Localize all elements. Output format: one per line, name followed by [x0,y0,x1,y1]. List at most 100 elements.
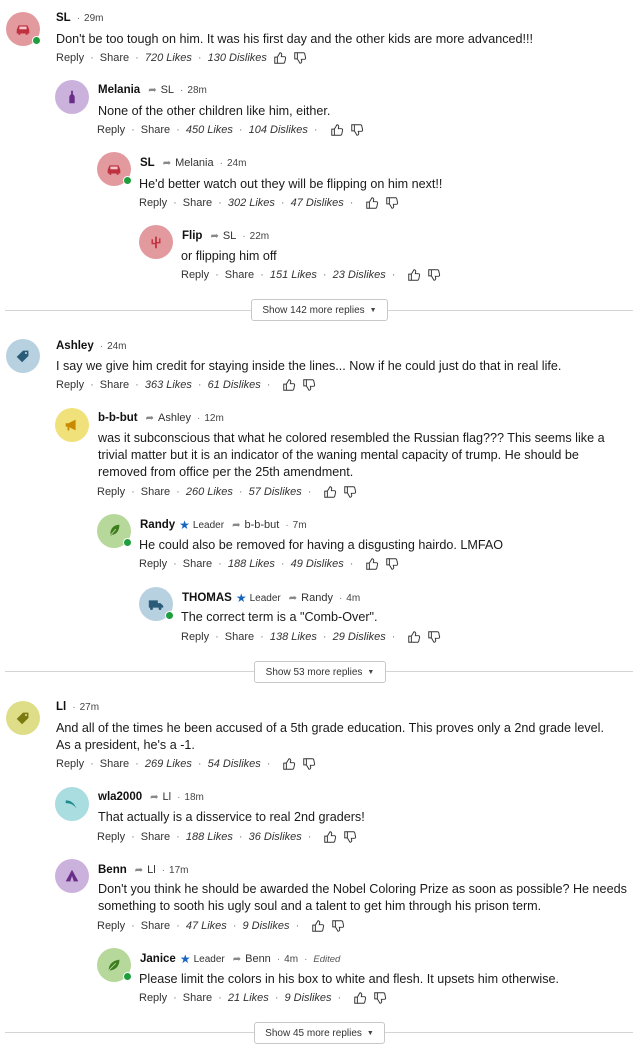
username[interactable]: Randy [140,519,175,531]
reply-to-user[interactable]: Ll [147,864,156,876]
avatar[interactable] [6,701,40,735]
thumbs-up-icon[interactable] [407,268,421,282]
thumbs-down-icon[interactable] [427,268,441,282]
share-button[interactable]: Share [141,486,170,498]
username[interactable]: THOMAS [182,592,232,604]
avatar[interactable] [6,12,41,46]
reply-arrow-icon: ➦ [150,791,159,803]
username[interactable]: SL [140,157,155,169]
share-button[interactable]: Share [225,631,254,643]
thumbs-up-icon[interactable] [353,991,367,1005]
reply-to-user[interactable]: b-b-but [244,519,279,531]
thumbs-up-icon[interactable] [282,757,296,771]
reply-button[interactable]: Reply [139,197,167,209]
show-more-replies-button[interactable]: Show 53 more replies ▼ [254,661,386,683]
avatar[interactable] [55,787,89,821]
thumbs-up-icon[interactable] [330,123,344,137]
avatar[interactable] [6,339,40,373]
reply-button[interactable]: Reply [181,631,209,643]
show-more-replies-button[interactable]: Show 45 more replies ▼ [254,1022,385,1044]
timestamp: 29m [84,12,104,24]
username[interactable]: SL [56,12,71,24]
timestamp: 4m [284,953,299,965]
thumbs-down-icon[interactable] [343,485,357,499]
avatar[interactable] [139,587,174,621]
avatar[interactable] [139,225,173,259]
thumbs-up-icon[interactable] [323,485,337,499]
username[interactable]: wla2000 [98,791,142,803]
reply-to-user[interactable]: SL [223,230,236,242]
reply-button[interactable]: Reply [56,52,84,64]
show-more-label: Show 45 more replies [265,1027,362,1039]
username[interactable]: Flip [182,230,202,242]
avatar[interactable] [55,859,89,893]
likes-count: 302 Likes [227,197,275,209]
share-button[interactable]: Share [183,992,212,1004]
reply-button[interactable]: Reply [97,486,125,498]
reply-to-user[interactable]: Randy [301,592,333,604]
username[interactable]: Ashley [56,340,94,352]
share-button[interactable]: Share [183,558,212,570]
thumbs-down-icon[interactable] [343,830,357,844]
thumbs-up-icon[interactable] [365,557,379,571]
thumbs-down-icon[interactable] [350,123,364,137]
reply-button[interactable]: Reply [56,379,84,391]
username[interactable]: b-b-but [98,412,138,424]
thumbs-down-icon[interactable] [427,630,441,644]
thumbs-up-icon[interactable] [407,630,421,644]
thumbs-up-icon[interactable] [365,196,379,210]
reply-to-user[interactable]: Melania [175,157,214,169]
reply-button[interactable]: Reply [139,992,167,1004]
share-button[interactable]: Share [100,52,129,64]
thumbs-down-icon[interactable] [385,557,399,571]
feather-icon [108,524,120,538]
avatar[interactable] [97,514,132,548]
likes-count: 188 Likes [227,558,275,570]
share-button[interactable]: Share [141,920,170,932]
likes-count: 47 Likes [185,920,227,932]
share-button[interactable]: Share [183,197,212,209]
avatar[interactable] [55,408,89,442]
thumbs-down-icon[interactable] [293,51,307,65]
reply-arrow-icon: ➦ [232,519,241,531]
username[interactable]: Melania [98,84,140,96]
reply-arrow-icon: ➦ [145,412,154,424]
reply-to-user[interactable]: Ll [163,791,172,803]
reply-button[interactable]: Reply [139,558,167,570]
avatar[interactable] [97,152,132,186]
share-button[interactable]: Share [141,124,170,136]
reply-to-user[interactable]: SL [161,84,174,96]
avatar[interactable] [97,948,132,982]
reply-button[interactable]: Reply [56,758,84,770]
share-button[interactable]: Share [225,269,254,281]
username[interactable]: Benn [98,864,127,876]
thumbs-down-icon[interactable] [331,919,345,933]
separator-dot: · [219,157,223,169]
thumbs-up-icon[interactable] [311,919,325,933]
thumbs-down-icon[interactable] [302,378,316,392]
thumbs-up-icon[interactable] [273,51,287,65]
share-button[interactable]: Share [100,379,129,391]
username[interactable]: Janice [140,953,176,965]
reply-button[interactable]: Reply [181,269,209,281]
username[interactable]: Ll [56,701,66,713]
reply-button[interactable]: Reply [97,831,125,843]
reply-button[interactable]: Reply [97,920,125,932]
reply-to-user[interactable]: Ashley [158,412,191,424]
comment-text: None of the other children like him, eit… [98,104,331,118]
star-icon: ★ [179,952,191,966]
likes-count: 138 Likes [269,631,317,643]
dislikes-count: 36 Dislikes [248,831,302,843]
thumbs-up-icon[interactable] [323,830,337,844]
avatar[interactable] [55,80,89,114]
reply-button[interactable]: Reply [97,124,125,136]
reply-to-user[interactable]: Benn [245,953,271,965]
share-button[interactable]: Share [100,758,129,770]
show-more-replies-button[interactable]: Show 142 more replies ▼ [251,299,388,321]
thumbs-up-icon[interactable] [282,378,296,392]
thumbs-down-icon[interactable] [302,757,316,771]
share-button[interactable]: Share [141,831,170,843]
thumbs-down-icon[interactable] [385,196,399,210]
comment-text: Don't you think he should be awarded the… [98,882,627,913]
thumbs-down-icon[interactable] [373,991,387,1005]
